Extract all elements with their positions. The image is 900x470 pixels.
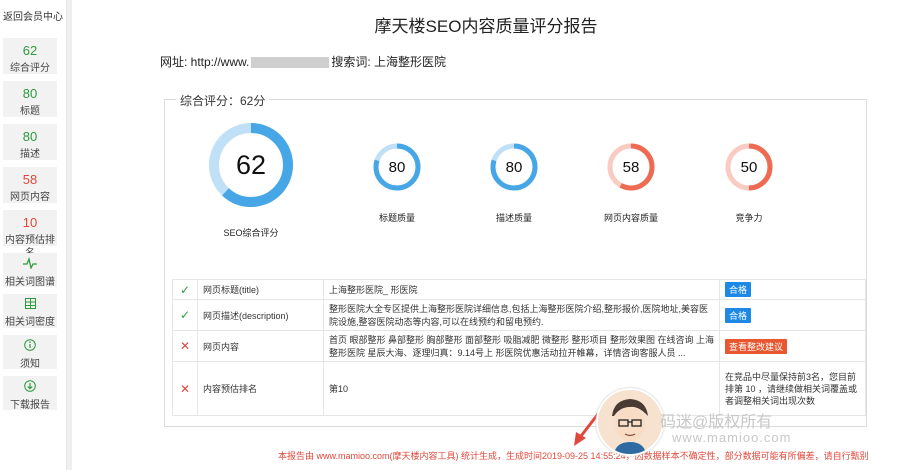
row-content: 上海整形医院_ 形医院: [323, 279, 720, 300]
sidebar-item-notice[interactable]: 须知: [3, 335, 57, 370]
pass-badge: 合格: [725, 282, 752, 297]
keyword-value: 上海整形医院: [374, 55, 447, 69]
download-icon: [3, 380, 57, 396]
competitiveness-label: 竞争力: [735, 213, 763, 223]
row-name: 内容预估排名: [197, 361, 324, 416]
overall-score-value: 62: [22, 43, 38, 58]
title-quality-value: 80: [388, 158, 406, 176]
pass-badge: 合格: [725, 307, 752, 323]
table-row: ✓ 网页描述(description) 整形医院大全专区提供上海整形医院详细信息…: [172, 299, 866, 331]
content-quality-value: 58: [622, 158, 640, 176]
download-label: 下载报告: [10, 400, 50, 411]
footer-suffix: ，因数据样本不确定性，部分数据可能有所偏差，请自行甄别: [625, 451, 869, 461]
row-content: 整形医院大全专区提供上海整形医院详细信息,包括上海整形医院介绍,整形报价,医院地…: [323, 299, 720, 331]
seo-overall-score-value: 62: [235, 149, 267, 180]
content-quality-ring: 58: [607, 143, 655, 191]
table-row: ✕ 网页内容 首页 眼部整形 鼻部整形 胸部整形 面部整形 吸脂减肥 微整形 整…: [172, 330, 866, 362]
sidebar-item-rank-estimate[interactable]: 10 内容预估排名: [3, 210, 57, 259]
table-row: ✓ 网页标题(title) 上海整形医院_ 形医院 合格: [172, 279, 866, 300]
description-quality-ring: 80: [490, 143, 538, 191]
description-quality-label: 描述质量: [495, 213, 532, 223]
check-icon: ✓: [172, 279, 198, 300]
detail-table: ✓ 网页标题(title) 上海整形医院_ 形医院 合格 ✓ 网页描述(desc…: [172, 279, 866, 416]
description-score-label: 描述: [20, 149, 40, 160]
sidebar-item-download[interactable]: 下载报告: [3, 376, 57, 411]
seo-overall-score-label: SEO综合评分: [223, 228, 279, 238]
sidebar-item-page-content[interactable]: 58 网页内容: [3, 167, 57, 203]
row-name: 网页内容: [197, 330, 324, 362]
notice-label: 须知: [20, 359, 40, 370]
check-icon: ✓: [172, 299, 198, 331]
title-quality-ring: 80: [373, 143, 421, 191]
row-action-cell: 合格: [719, 279, 866, 300]
keyword-label: 搜索词:: [331, 55, 371, 69]
back-to-member-center-link[interactable]: 返回会员中心: [0, 8, 66, 23]
title-score-label: 标题: [20, 106, 40, 117]
competitiveness-value: 50: [740, 158, 758, 176]
seo-overall-score-ring: 62: [208, 122, 294, 208]
view-fix-suggestions-button[interactable]: 查看整改建议: [725, 338, 788, 354]
report-footer: 本报告由 www.mamioo.com(摩天楼内容工具) 统计生成，生成时间20…: [278, 449, 869, 462]
sidebar-item-overall-score[interactable]: 62 综合评分: [3, 38, 57, 74]
url-prefix: 网址: http://www.: [160, 55, 250, 69]
pulse-icon: [3, 256, 57, 273]
cross-icon: ✕: [172, 330, 198, 362]
grid-icon: [3, 298, 57, 313]
sidebar: 返回会员中心 62 综合评分 80 标题 80 描述 58 网页内容 10 内容…: [0, 0, 67, 470]
footer-time: 2019-09-25 14:55:24: [542, 451, 626, 461]
sidebar-item-description[interactable]: 80 描述: [3, 124, 57, 160]
redacted-domain: [251, 57, 330, 69]
rank-estimate-value: 10: [22, 215, 38, 230]
cross-icon: ✕: [172, 361, 198, 416]
row-name: 网页标题(title): [197, 279, 324, 300]
info-icon: [3, 339, 57, 355]
page-title: 摩天楼SEO内容质量评分报告: [374, 17, 598, 36]
description-quality-value: 80: [505, 158, 523, 176]
keyword-graph-label: 相关词图谱: [5, 277, 55, 288]
row-action-cell: 合格: [719, 299, 866, 331]
page-content-score-label: 网页内容: [10, 192, 50, 203]
watermark-url: www.mamioo.com: [672, 430, 792, 445]
watermark-avatar: [596, 388, 664, 456]
content-quality-label: 网页内容质量: [603, 213, 658, 223]
row-action-cell: 查看整改建议: [719, 330, 866, 362]
keyword-density-label: 相关词密度: [5, 317, 55, 328]
sidebar-item-keyword-graph[interactable]: 相关词图谱: [3, 253, 57, 288]
description-score-value: 80: [22, 129, 38, 144]
watermark-text: 码迷@版权所有: [660, 414, 773, 431]
row-name: 网页描述(description): [197, 299, 324, 331]
row-content: 首页 眼部整形 鼻部整形 胸部整形 面部整形 吸脂减肥 微整形 整形项目 整形效…: [323, 330, 720, 362]
competitiveness-ring: 50: [725, 143, 773, 191]
summary-legend: 综合评分：62分: [176, 92, 270, 109]
title-quality-label: 标题质量: [378, 213, 415, 223]
sidebar-item-title[interactable]: 80 标题: [3, 81, 57, 117]
sidebar-item-keyword-density[interactable]: 相关词密度: [3, 294, 57, 328]
footer-prefix: 本报告由 www.mamioo.com(摩天楼内容工具) 统计生成，生成时间: [278, 451, 543, 461]
url-line: 网址: http://www. 搜索词: 上海整形医院: [160, 53, 446, 70]
title-score-value: 80: [22, 86, 38, 101]
page-content-score-value: 58: [22, 172, 38, 187]
overall-score-label: 综合评分: [10, 63, 50, 74]
